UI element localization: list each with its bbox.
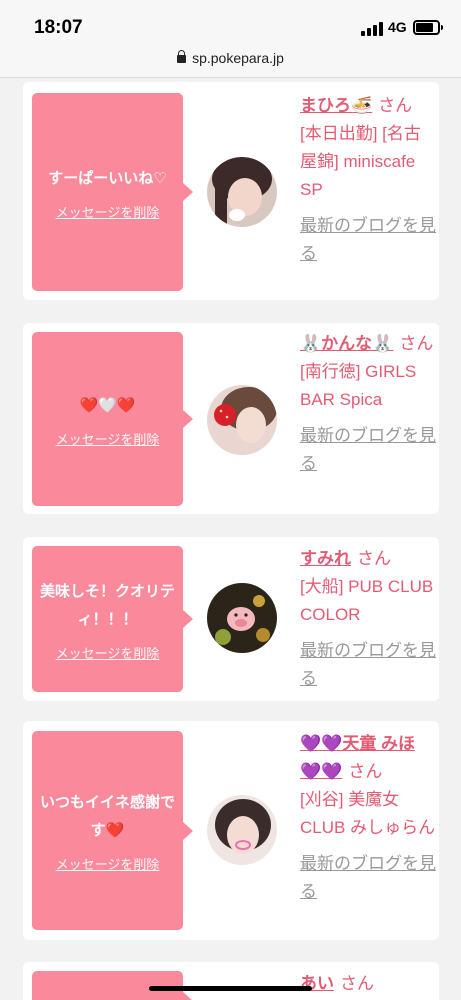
message-card: あい さん: [23, 962, 439, 1000]
message-bubble: すーぱーいいね♡ メッセージを削除: [32, 93, 193, 291]
message-bubble: いつもイイネ感謝です❤️ メッセージを削除: [32, 731, 193, 930]
cast-name-link[interactable]: すみれ: [300, 549, 351, 568]
signal-icon: [361, 22, 383, 36]
message-card: ❤️🤍❤️ メッセージを削除 🐰かんな🐰 さん [南行徳] GIRLS BAR S…: [23, 323, 439, 514]
cast-info: まひろ🍜 さん [本日出勤] [名古屋錦] miniscafe SP 最新のブログ…: [300, 92, 436, 268]
honorific: さん: [348, 762, 383, 781]
address-bar[interactable]: sp.pokepara.jp: [0, 50, 461, 66]
cast-info: 💜💜天童 みほ💜💜 さん [刈谷] 美魔女CLUB みしゅらん 最新のブログを見る: [300, 730, 436, 906]
honorific: さん: [357, 549, 391, 568]
delete-message-link[interactable]: メッセージを削除: [56, 854, 160, 873]
honorific: さん: [340, 974, 374, 993]
clock: 18:07: [34, 17, 83, 38]
honorific: さん: [399, 334, 434, 353]
shop-info: [南行徳] GIRLS BAR Spica: [300, 362, 417, 409]
cast-info: 🐰かんな🐰 さん [南行徳] GIRLS BAR Spica 最新のブログを見る: [300, 330, 436, 478]
message-text: すーぱーいいね♡: [48, 168, 167, 187]
honorific: さん: [378, 96, 413, 115]
avatar[interactable]: [207, 385, 277, 455]
browser-status-bar: 18:07 4G sp.pokepara.jp: [0, 0, 461, 78]
cast-info: あい さん: [300, 970, 436, 998]
shop-info: [大船] PUB CLUB COLOR: [300, 577, 434, 624]
lock-icon: [177, 50, 187, 63]
message-card: すーぱーいいね♡ メッセージを削除 まひろ🍜 さん [本日出勤] [名古屋錦] m…: [23, 82, 439, 300]
home-indicator[interactable]: [149, 986, 312, 991]
url-text: sp.pokepara.jp: [192, 50, 284, 66]
latest-blog-link[interactable]: 最新のブログを見る: [300, 422, 436, 478]
delete-message-link[interactable]: メッセージを削除: [56, 202, 160, 221]
latest-blog-link[interactable]: 最新のブログを見る: [300, 212, 436, 268]
latest-blog-link[interactable]: 最新のブログを見る: [300, 637, 436, 693]
message-card: 美味しそ！クオリティ！！！ メッセージを削除 すみれ さん [大船] PUB CL…: [23, 537, 439, 701]
battery-icon: [413, 20, 443, 35]
cast-name-link[interactable]: 🐰かんな🐰: [300, 334, 393, 353]
message-bubble: 美味しそ！クオリティ！！！ メッセージを削除: [32, 546, 193, 692]
avatar[interactable]: [207, 795, 277, 865]
network-label: 4G: [388, 19, 407, 35]
message-text: 美味しそ！クオリティ！！！: [39, 581, 175, 628]
message-bubble: ❤️🤍❤️ メッセージを削除: [32, 332, 193, 506]
cast-info: すみれ さん [大船] PUB CLUB COLOR 最新のブログを見る: [300, 545, 436, 693]
message-text: ❤️🤍❤️: [79, 395, 136, 414]
avatar[interactable]: [207, 583, 277, 653]
avatar[interactable]: [207, 157, 277, 227]
cast-name-link[interactable]: まひろ🍜: [300, 96, 372, 115]
shop-info: [本日出勤] [名古屋錦] miniscafe SP: [300, 124, 421, 199]
delete-message-link[interactable]: メッセージを削除: [56, 429, 160, 448]
message-text: いつもイイネ感謝です❤️: [39, 793, 175, 839]
delete-message-link[interactable]: メッセージを削除: [56, 643, 160, 662]
shop-info: [刈谷] 美魔女CLUB みしゅらん: [300, 790, 436, 837]
latest-blog-link[interactable]: 最新のブログを見る: [300, 850, 436, 906]
message-card: いつもイイネ感謝です❤️ メッセージを削除 💜💜天童 みほ💜💜 さん [刈谷] 美…: [23, 721, 439, 940]
